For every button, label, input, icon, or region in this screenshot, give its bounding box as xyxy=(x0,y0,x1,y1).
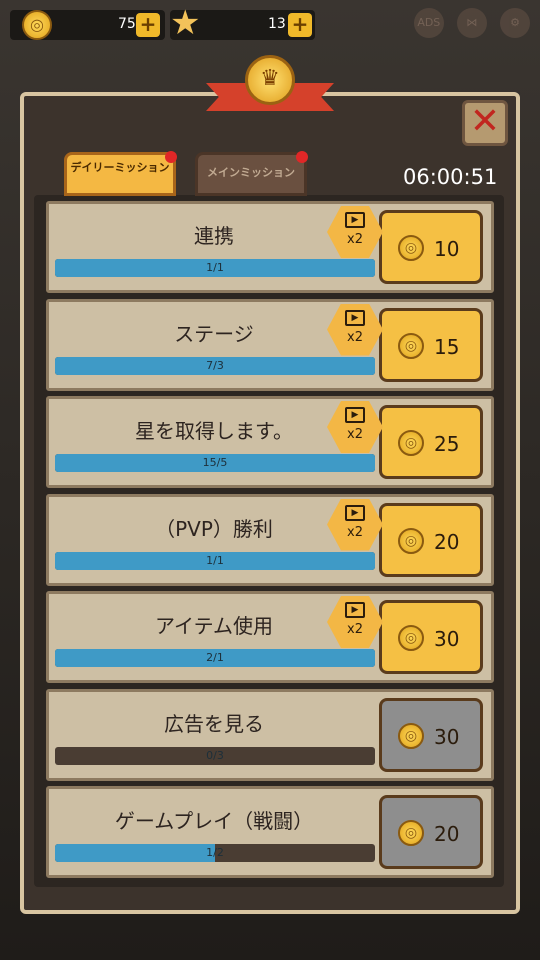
close-icon: ✕ xyxy=(469,101,501,142)
progress-bar: 2/1 xyxy=(55,649,375,667)
reward-amount: 20 xyxy=(434,822,460,846)
reward-amount: 20 xyxy=(434,529,460,554)
video-ad-icon: ▶ xyxy=(345,504,365,521)
coin-amount: 75 xyxy=(118,16,136,32)
progress-text: 0/3 xyxy=(206,748,224,762)
reward-amount: 25 xyxy=(434,432,460,456)
coin-icon: ◎ xyxy=(398,527,424,554)
progress-bar: 1/2 xyxy=(55,844,375,862)
crown-medal: ♛ xyxy=(206,55,334,127)
close-button[interactable]: ✕ xyxy=(462,100,508,146)
progress-text: 15/5 xyxy=(202,456,228,469)
claim-reward-button[interactable]: ◎ 20 xyxy=(379,502,483,577)
claim-reward-button[interactable]: ◎ 25 xyxy=(379,405,483,479)
ad-multiplier: x2 xyxy=(347,622,363,637)
video-ad-icon: ▶ xyxy=(345,602,365,618)
star-icon: ★ xyxy=(170,3,201,43)
tab-daily-label: デイリーミッション xyxy=(70,161,170,174)
progress-text: 1/2 xyxy=(206,846,224,859)
claim-reward-button[interactable]: ◎ 30 xyxy=(379,697,483,772)
notification-dot-icon xyxy=(165,151,177,163)
add-stars-button[interactable]: + xyxy=(288,13,312,37)
ad-multiplier: x2 xyxy=(347,232,363,247)
tab-daily-missions[interactable]: デイリーミッション xyxy=(64,151,177,196)
claim-reward-button[interactable]: ◎ 10 xyxy=(379,210,483,284)
ad-double-badge[interactable]: ▶ x2 xyxy=(327,596,383,648)
coin-icon: ◎ xyxy=(398,820,424,846)
coin-icon: ◎ xyxy=(398,235,424,261)
tab-main-label: メインミッション xyxy=(207,166,295,179)
reward-amount: 30 xyxy=(434,627,460,651)
coin-icon: ◎ xyxy=(398,332,424,359)
coin-counter: ◎ 75 + xyxy=(10,10,165,40)
mission-row: （PVP）勝利 1/1 ◎ 20 ▶ x2 xyxy=(46,493,494,586)
share-icon[interactable]: ⋈ xyxy=(456,8,487,38)
ad-multiplier: x2 xyxy=(347,329,363,345)
ad-multiplier: x2 xyxy=(347,427,363,442)
video-ad-icon: ▶ xyxy=(345,212,365,228)
progress-text: 2/1 xyxy=(206,651,224,664)
progress-text: 1/1 xyxy=(206,261,224,274)
reward-amount: 30 xyxy=(434,724,460,749)
progress-text: 1/1 xyxy=(206,553,224,567)
coin-icon: ◎ xyxy=(22,10,52,40)
tab-main-missions[interactable]: メインミッション xyxy=(195,151,308,196)
video-ad-icon: ▶ xyxy=(345,407,365,423)
mission-row: アイテム使用 2/1 ◎ 30 ▶ x2 xyxy=(46,591,494,683)
video-ad-icon: ▶ xyxy=(345,309,365,326)
claim-reward-button[interactable]: ◎ 30 xyxy=(379,600,483,674)
mission-row: 広告を見る 0/3 ◎ 30 xyxy=(46,688,494,781)
claim-reward-button[interactable]: ◎ 20 xyxy=(379,795,483,869)
top-bar: ◎ 75 + ★ 13 + ADS ⋈ ⚙ xyxy=(0,0,540,50)
coin-icon: ◎ xyxy=(398,722,424,749)
mission-row: ゲームプレイ（戦闘） 1/2 ◎ 20 xyxy=(46,786,494,878)
mission-row: 連携 1/1 ◎ 10 ▶ x2 xyxy=(46,201,494,293)
no-ads-icon[interactable]: ADS xyxy=(413,8,444,38)
progress-bar: 15/5 xyxy=(55,454,375,472)
notification-dot-icon xyxy=(296,151,308,163)
star-amount: 13 xyxy=(268,16,286,32)
add-coins-button[interactable]: + xyxy=(136,13,160,37)
mission-title: 広告を見る xyxy=(164,711,264,736)
coin-icon: ◎ xyxy=(398,430,424,456)
progress-bar: 1/1 xyxy=(55,259,375,277)
coin-icon: ◎ xyxy=(398,625,424,651)
progress-text: 7/3 xyxy=(206,358,224,372)
reset-timer: 06:00:51 xyxy=(403,165,498,189)
progress-bar: 1/1 xyxy=(55,551,375,570)
settings-gear-icon[interactable]: ⚙ xyxy=(500,8,530,38)
ad-double-badge[interactable]: ▶ x2 xyxy=(327,303,383,356)
ad-double-badge[interactable]: ▶ x2 xyxy=(327,206,383,258)
ad-double-badge[interactable]: ▶ x2 xyxy=(327,401,383,453)
progress-bar: 0/3 xyxy=(55,746,375,765)
ad-double-badge[interactable]: ▶ x2 xyxy=(327,498,383,551)
reward-amount: 10 xyxy=(434,237,460,261)
crown-icon: ♛ xyxy=(245,55,295,105)
mission-row: ステージ 7/3 ◎ 15 ▶ x2 xyxy=(46,298,494,391)
mission-row: 星を取得します。 15/5 ◎ 25 ▶ x2 xyxy=(46,396,494,488)
reward-amount: 15 xyxy=(434,334,460,359)
claim-reward-button[interactable]: ◎ 15 xyxy=(379,307,483,382)
ad-multiplier: x2 xyxy=(347,524,363,540)
progress-bar: 7/3 xyxy=(55,356,375,375)
star-counter: ★ 13 + xyxy=(170,6,315,40)
top-icons: ADS ⋈ ⚙ xyxy=(406,8,530,38)
mission-title: ゲームプレイ（戦闘） xyxy=(114,809,314,833)
